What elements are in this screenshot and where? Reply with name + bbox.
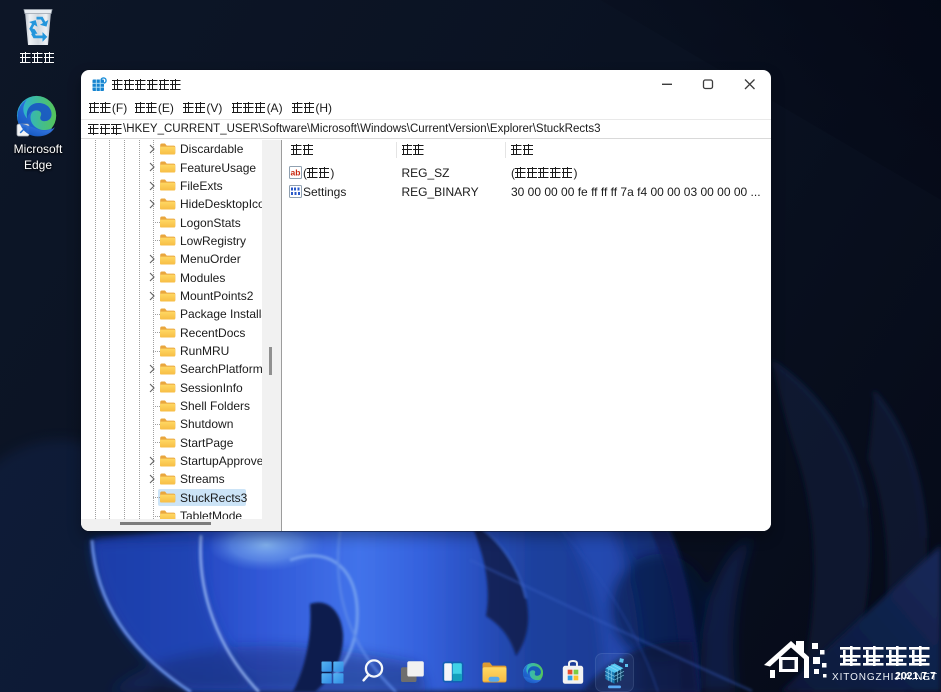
svg-text:ab: ab [290,167,300,177]
